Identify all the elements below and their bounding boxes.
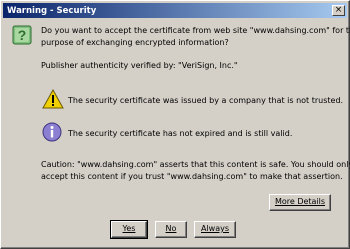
always-button[interactable]: Always — [194, 221, 236, 238]
yes-button[interactable]: Yes — [110, 220, 148, 239]
question-icon: ? — [12, 25, 32, 45]
prompt-line-1: Do you want to accept the certificate fr… — [41, 26, 350, 35]
close-button[interactable]: × — [332, 5, 345, 16]
no-button[interactable]: No — [155, 221, 187, 238]
caution-line-2: accept this content if you trust "www.da… — [41, 172, 343, 181]
more-details-label: More Details — [274, 197, 326, 206]
security-warning-dialog: Warning - Security × ? Do you want to ac… — [0, 0, 350, 249]
valid-cert-text: The security certificate has not expired… — [68, 129, 293, 138]
more-details-button[interactable]: More Details — [269, 194, 331, 211]
svg-text:?: ? — [18, 27, 27, 43]
yes-label: Yes — [122, 224, 136, 233]
window-title: Warning - Security — [7, 5, 97, 16]
publisher-text: Publisher authenticity verified by: "Ver… — [41, 61, 238, 70]
info-icon — [42, 122, 62, 142]
warning-icon — [42, 88, 64, 109]
always-label: Always — [200, 224, 230, 233]
title-bar: Warning - Security × — [3, 3, 347, 18]
no-label: No — [165, 224, 177, 233]
untrusted-issuer-text: The security certificate was issued by a… — [68, 96, 344, 105]
caution-line-1: Caution: "www.dahsing.com" asserts that … — [41, 160, 350, 169]
prompt-line-2: purpose of exchanging encrypted informat… — [41, 38, 229, 47]
